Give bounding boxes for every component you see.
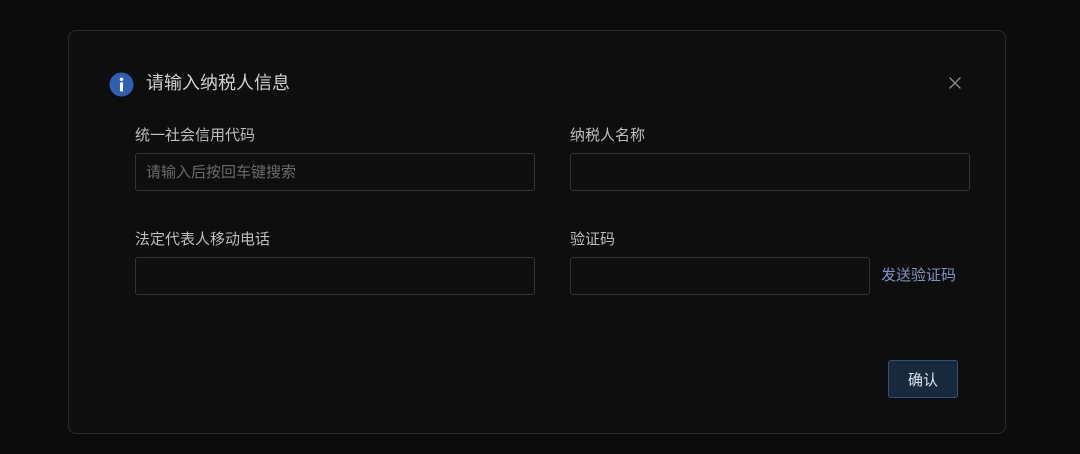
credit-code-input[interactable]: [135, 153, 535, 191]
taxpayer-name-label: 纳税人名称: [570, 126, 646, 144]
dialog-title: 请输入纳税人信息: [146, 73, 290, 94]
verify-code-input[interactable]: [570, 257, 870, 295]
taxpayer-name-input[interactable]: [570, 153, 970, 191]
legal-phone-label: 法定代表人移动电话: [135, 230, 271, 248]
confirm-button[interactable]: 确认: [888, 360, 958, 398]
credit-code-label: 统一社会信用代码: [135, 126, 256, 144]
verify-code-label: 验证码: [570, 230, 616, 248]
send-code-link[interactable]: 发送验证码: [881, 265, 956, 285]
close-icon: [949, 77, 961, 89]
info-icon: [109, 71, 134, 97]
dialog-header: 请输入纳税人信息: [109, 71, 290, 97]
taxpayer-info-dialog: 请输入纳税人信息 统一社会信用代码 纳税人名称 法定代表人移动电话 验证码 发送…: [68, 30, 1006, 434]
legal-phone-input[interactable]: [135, 257, 535, 295]
close-button[interactable]: [945, 73, 965, 93]
